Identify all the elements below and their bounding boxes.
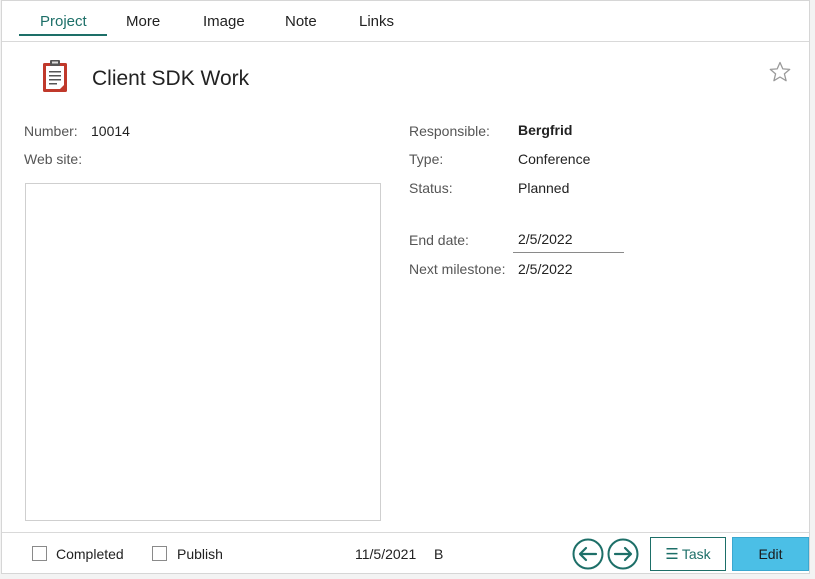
tab-project[interactable]: Project	[40, 13, 87, 30]
task-button-label: Task	[681, 546, 711, 562]
arrow-right-icon[interactable]	[607, 538, 639, 570]
completed-checkbox[interactable]	[32, 546, 47, 561]
page-title: Client SDK Work	[92, 67, 250, 90]
footer-bar: Completed Publish 11/5/2021 B ☰ Task Edi…	[2, 532, 809, 576]
number-value: 10014	[91, 123, 130, 139]
publish-label[interactable]: Publish	[177, 546, 223, 562]
completed-label[interactable]: Completed	[56, 546, 124, 562]
tab-image[interactable]: Image	[203, 13, 245, 30]
end-date-label: End date:	[409, 232, 469, 248]
type-value: Conference	[518, 151, 591, 167]
next-milestone-value: 2/5/2022	[518, 261, 573, 277]
end-date-value[interactable]: 2/5/2022	[518, 231, 573, 247]
arrow-left-icon[interactable]	[572, 538, 604, 570]
tab-note[interactable]: Note	[285, 13, 317, 30]
edit-button-label: Edit	[758, 546, 783, 562]
number-label: Number:	[24, 123, 78, 139]
task-button[interactable]: ☰ Task	[650, 537, 726, 571]
clipboard-icon	[43, 60, 67, 92]
edit-button[interactable]: Edit	[732, 537, 809, 571]
status-label: Status:	[409, 180, 453, 196]
website-label: Web site:	[24, 151, 83, 167]
description-area[interactable]	[25, 183, 381, 521]
publish-checkbox[interactable]	[152, 546, 167, 561]
list-icon: ☰	[665, 546, 679, 563]
star-icon[interactable]	[768, 60, 792, 84]
status-value: Planned	[518, 180, 570, 196]
tab-links[interactable]: Links	[359, 13, 394, 30]
tab-more[interactable]: More	[126, 13, 160, 30]
responsible-label: Responsible:	[409, 123, 490, 139]
footer-user-initial: B	[434, 546, 444, 562]
tab-bar: Project More Image Note Links	[2, 1, 809, 42]
end-date-underline	[513, 252, 624, 253]
project-panel: Project More Image Note Links Client SDK…	[1, 0, 810, 574]
next-milestone-label: Next milestone:	[409, 261, 506, 277]
active-tab-indicator	[19, 34, 107, 36]
footer-date: 11/5/2021	[355, 546, 417, 562]
responsible-value[interactable]: Bergfrid	[518, 122, 572, 138]
type-label: Type:	[409, 151, 444, 167]
